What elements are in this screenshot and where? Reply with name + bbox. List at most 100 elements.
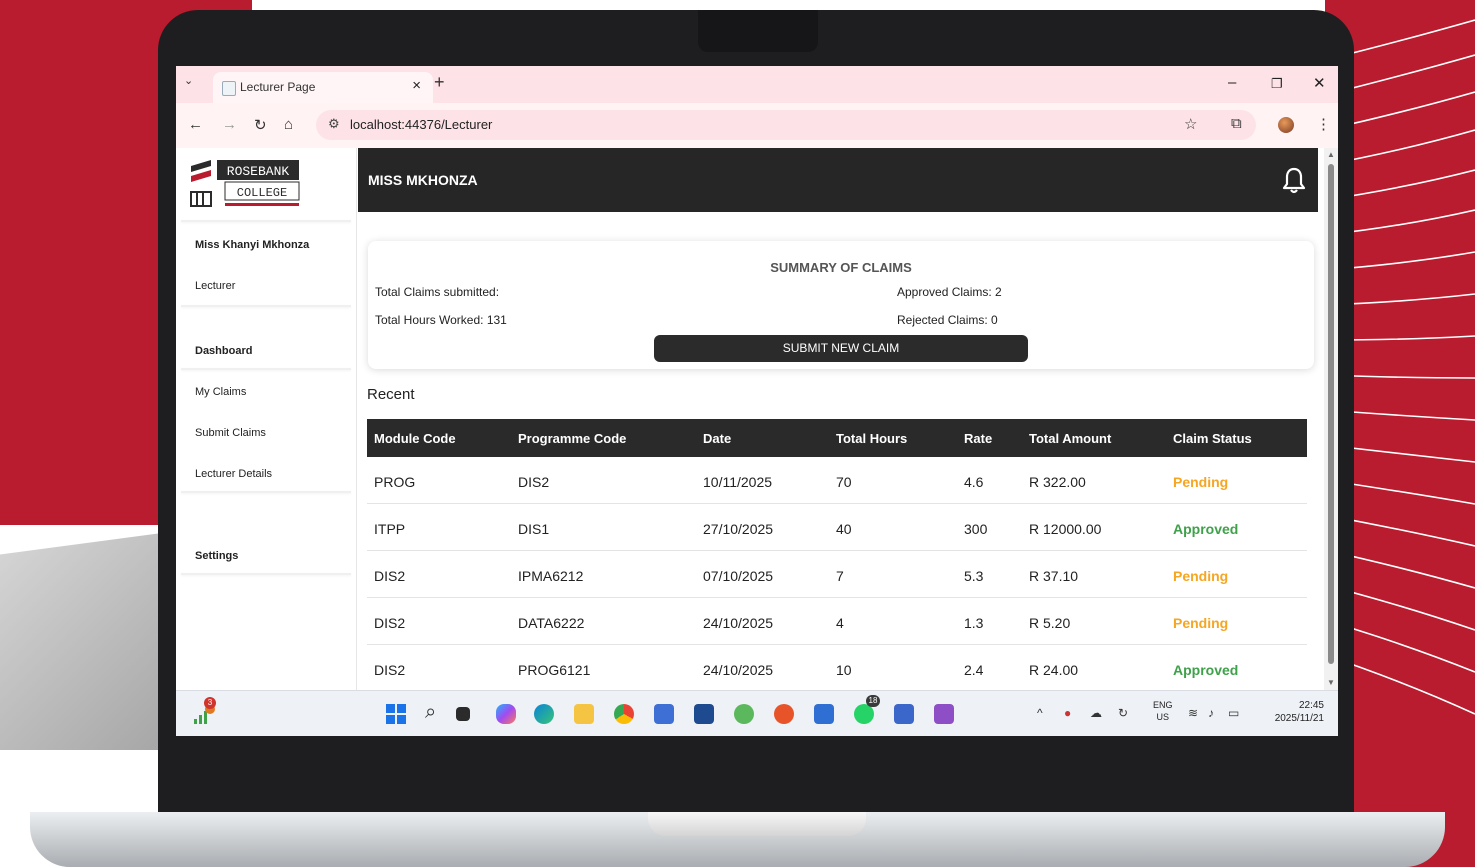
claim-status-cell: Approved <box>1173 662 1239 678</box>
home-icon[interactable]: ⌂ <box>284 116 293 133</box>
module-code-cell: DIS2 <box>374 615 406 631</box>
whatsapp-icon[interactable] <box>854 704 874 724</box>
rate-cell: 300 <box>964 521 988 537</box>
svg-text:ROSEBANK: ROSEBANK <box>227 164 290 179</box>
notepad-icon[interactable] <box>894 704 914 724</box>
tab-list-icon[interactable]: ⌄ <box>184 74 193 87</box>
date-cell: 10/11/2025 <box>703 474 773 490</box>
restore-icon[interactable]: ❐ <box>1271 76 1283 92</box>
url-text[interactable]: localhost:44376/Lecturer <box>350 117 492 132</box>
table-row[interactable]: ITPP DIS1 27/10/2025 40 300 R 12000.00 A… <box>367 504 1307 551</box>
utorrent-icon[interactable] <box>734 704 754 724</box>
scroll-down-icon[interactable]: ▼ <box>1327 678 1335 687</box>
close-tab-icon[interactable]: × <box>412 77 421 94</box>
rate-cell: 4.6 <box>964 474 984 490</box>
photos-icon[interactable] <box>774 704 794 724</box>
module-code-cell: PROG <box>374 474 416 490</box>
region-label: US <box>1156 712 1170 722</box>
edge-browser-icon[interactable] <box>534 704 554 724</box>
tray-app-icon[interactable]: ● <box>1064 706 1071 720</box>
browser-menu-icon[interactable]: ⋮ <box>1316 115 1331 133</box>
remote-desktop-icon[interactable] <box>654 704 674 724</box>
programme-code-cell: DATA6222 <box>518 615 585 631</box>
programme-code-cell: PROG6121 <box>518 662 591 678</box>
sidebar-item-settings[interactable]: Settings <box>195 550 238 562</box>
approved-claims-text: Approved Claims: 2 <box>897 285 1002 299</box>
date-cell: 27/10/2025 <box>703 521 774 537</box>
table-row[interactable]: DIS2 DATA6222 24/10/2025 4 1.3 R 5.20 Pe… <box>367 598 1307 645</box>
notification-bell-icon[interactable] <box>1282 166 1306 194</box>
summary-title: SUMMARY OF CLAIMS <box>770 260 912 275</box>
column-header: Total Amount <box>1029 431 1112 446</box>
profile-avatar[interactable] <box>1278 117 1294 133</box>
minimize-icon[interactable]: – <box>1228 74 1236 91</box>
new-tab-icon[interactable]: + <box>434 72 445 93</box>
user-role: Lecturer <box>195 280 236 292</box>
battery-icon[interactable]: ▭ <box>1228 706 1239 720</box>
windows-start-icon[interactable] <box>386 704 406 724</box>
sidebar-item-lecturer-details[interactable]: Lecturer Details <box>195 468 272 480</box>
onedrive-icon[interactable]: ☁ <box>1090 706 1102 720</box>
total-hours-text: Total Hours Worked: 131 <box>375 313 507 327</box>
microsoft-store-icon[interactable] <box>694 704 714 724</box>
language-indicator[interactable]: ENG US <box>1153 699 1173 723</box>
copilot-icon[interactable] <box>496 704 516 724</box>
sidebar-divider <box>181 305 351 307</box>
tray-sync-icon[interactable]: ↻ <box>1118 706 1128 720</box>
extensions-icon[interactable]: ⧉ <box>1231 115 1242 132</box>
total-hours-cell: 70 <box>836 474 852 490</box>
column-header: Date <box>703 431 732 446</box>
sidebar-item-submit-claims[interactable]: Submit Claims <box>195 427 266 439</box>
programme-code-cell: IPMA6212 <box>518 568 584 584</box>
sidebar-item-my-claims[interactable]: My Claims <box>195 386 246 398</box>
scroll-up-icon[interactable]: ▲ <box>1327 150 1335 159</box>
sidebar-item-dashboard[interactable]: Dashboard <box>195 345 252 357</box>
lecturer-page: ROSEBANK COLLEGE Miss Khanyi Mkhonza Lec… <box>176 148 1338 692</box>
language-label: ENG <box>1153 700 1173 710</box>
bookmark-star-icon[interactable]: ☆ <box>1184 115 1326 133</box>
task-view-icon[interactable] <box>456 707 470 721</box>
show-hidden-icons-icon[interactable]: ^ <box>1037 706 1043 720</box>
browser-toolbar: ← → ↻ ⌂ ⚙ localhost:44376/Lecturer ☆ ⧉ ⋮ <box>176 103 1338 149</box>
chrome-icon[interactable] <box>614 704 634 724</box>
browser-tab-bar: ⌄ Lecturer Page × + – ❐ ✕ <box>176 66 1338 103</box>
claim-status-cell: Pending <box>1173 568 1229 584</box>
system-clock[interactable]: 22:45 2025/11/21 <box>1275 699 1324 725</box>
rate-cell: 1.3 <box>964 615 984 631</box>
page-header: MISS MKHONZA <box>358 148 1318 212</box>
claim-status-cell: Pending <box>1173 615 1229 631</box>
browser-tab[interactable]: Lecturer Page × <box>213 72 433 103</box>
table-row[interactable]: PROG DIS2 10/11/2025 70 4.6 R 322.00 Pen… <box>367 457 1307 504</box>
outlook-icon[interactable] <box>814 704 834 724</box>
clock-date: 2025/11/21 <box>1274 713 1324 724</box>
page-title: MISS MKHONZA <box>368 172 478 188</box>
back-icon[interactable]: ← <box>188 116 203 133</box>
recent-heading: Recent <box>367 386 415 403</box>
sidebar-divider <box>181 368 351 370</box>
column-header: Total Hours <box>836 431 908 446</box>
column-header: Programme Code <box>518 431 627 446</box>
file-explorer-icon[interactable] <box>574 704 594 724</box>
site-settings-icon[interactable]: ⚙ <box>328 116 340 132</box>
table-row[interactable]: DIS2 IPMA6212 07/10/2025 7 5.3 R 37.10 P… <box>367 551 1307 598</box>
search-icon[interactable]: ⌕ <box>425 701 436 724</box>
table-row[interactable]: DIS2 PROG6121 24/10/2025 10 2.4 R 24.00 … <box>367 645 1307 692</box>
close-window-icon[interactable]: ✕ <box>1313 74 1326 92</box>
screen: ⌄ Lecturer Page × + – ❐ ✕ ← → ↻ ⌂ ⚙ loca… <box>176 66 1338 736</box>
table-header: Module Code Programme Code Date Total Ho… <box>367 419 1307 457</box>
rejected-claims-text: Rejected Claims: 0 <box>897 313 998 327</box>
rate-cell: 5.3 <box>964 568 984 584</box>
visual-studio-icon[interactable] <box>934 704 954 724</box>
address-bar[interactable]: ⚙ localhost:44376/Lecturer <box>316 110 1256 140</box>
user-name: Miss Khanyi Mkhonza <box>195 239 310 251</box>
forward-icon[interactable]: → <box>222 116 237 133</box>
scrollbar-thumb[interactable] <box>1328 164 1334 664</box>
column-header: Claim Status <box>1173 431 1252 446</box>
submit-new-claim-button[interactable]: SUBMIT NEW CLAIM <box>654 335 1028 362</box>
volume-icon[interactable]: ♪ <box>1208 706 1214 720</box>
sidebar-divider <box>181 220 351 222</box>
claims-summary-card: SUMMARY OF CLAIMS Total Claims submitted… <box>368 241 1314 369</box>
page-scrollbar[interactable]: ▲ ▼ <box>1324 148 1338 690</box>
reload-icon[interactable]: ↻ <box>254 116 267 134</box>
wifi-icon[interactable]: ≋ <box>1188 706 1198 720</box>
